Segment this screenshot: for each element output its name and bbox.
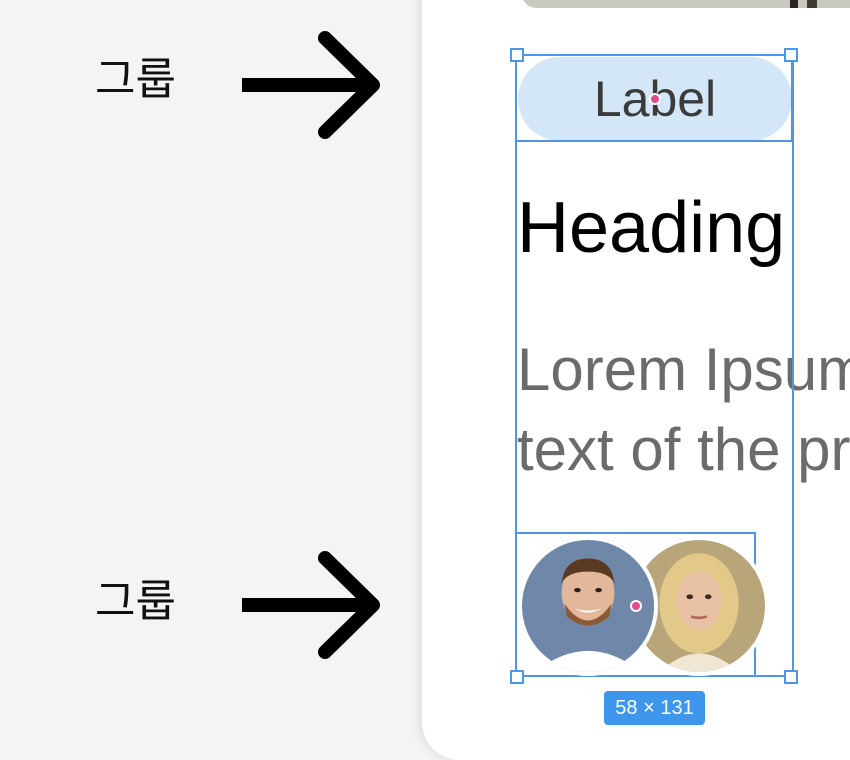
card-image	[522, 0, 850, 8]
origin-point-marker	[630, 600, 642, 612]
resize-handle-bottom-left[interactable]	[510, 670, 524, 684]
origin-point-marker	[649, 93, 661, 105]
arrow-right-icon	[242, 31, 380, 139]
arrow-right-icon	[242, 551, 380, 659]
group-annotation-label: 그룹	[95, 54, 176, 105]
resize-handle-top-left[interactable]	[510, 48, 524, 62]
resize-handle-bottom-right[interactable]	[784, 670, 798, 684]
group-annotation-label: 그룹	[95, 576, 176, 627]
resize-handle-top-right[interactable]	[784, 48, 798, 62]
size-badge: 58 × 131	[604, 691, 705, 725]
